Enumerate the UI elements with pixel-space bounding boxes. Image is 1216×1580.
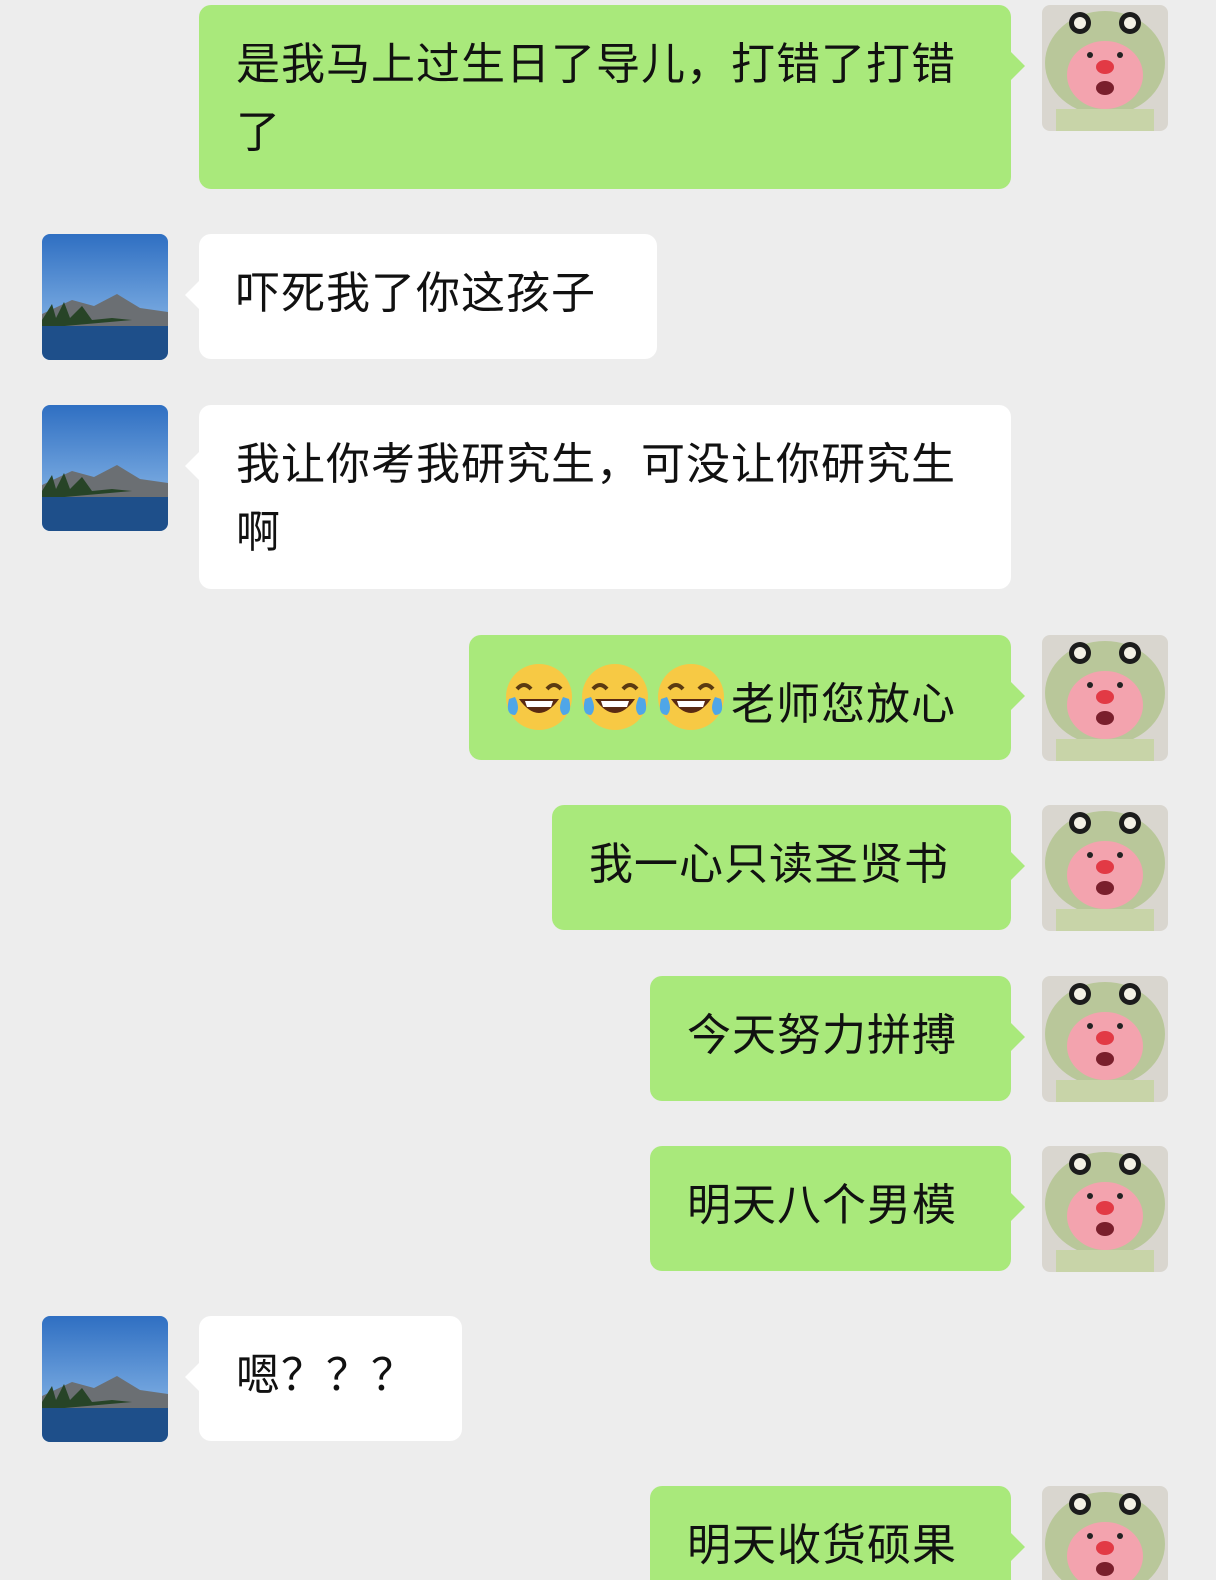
landscape-icon [42, 234, 168, 360]
message-bubble-sent[interactable]: 老师您放心 [469, 635, 1025, 760]
landscape-icon [42, 1316, 168, 1442]
face-with-tears-of-joy-icon [658, 664, 724, 730]
plush-doll-icon [1042, 635, 1168, 761]
message-bubble-received[interactable]: 我让你考我研究生，可没让你研究生啊 [185, 405, 1011, 589]
message-bubble-sent[interactable]: 我一心只读圣贤书 [552, 805, 1025, 930]
plush-doll-icon [1042, 5, 1168, 131]
message-bubble-received[interactable]: 吓死我了你这孩子 [185, 234, 657, 359]
plush-doll-icon [1042, 1486, 1168, 1580]
self-avatar[interactable] [1042, 5, 1168, 131]
message-text: 老师您放心 [731, 679, 956, 730]
message-bubble-sent[interactable]: 明天收货硕果 [650, 1486, 1025, 1580]
plush-doll-icon [1042, 805, 1168, 931]
message-bubble-sent[interactable]: 明天八个男模 [650, 1146, 1025, 1271]
face-with-tears-of-joy-icon [506, 664, 572, 730]
self-avatar[interactable] [1042, 976, 1168, 1102]
self-avatar[interactable] [1042, 805, 1168, 931]
message-bubble-sent[interactable]: 是我马上过生日了导儿，打错了打错了 [199, 5, 1025, 189]
contact-avatar[interactable] [42, 405, 168, 531]
plush-doll-icon [1042, 1146, 1168, 1272]
message-bubble-sent[interactable]: 今天努力拼搏 [650, 976, 1025, 1101]
landscape-icon [42, 405, 168, 531]
self-avatar[interactable] [1042, 1146, 1168, 1272]
face-with-tears-of-joy-icon [582, 664, 648, 730]
contact-avatar[interactable] [42, 1316, 168, 1442]
message-bubble-received[interactable]: 嗯？？？ [185, 1316, 462, 1441]
self-avatar[interactable] [1042, 635, 1168, 761]
emoji-group [503, 661, 731, 733]
plush-doll-icon [1042, 976, 1168, 1102]
self-avatar[interactable] [1042, 1486, 1168, 1580]
contact-avatar[interactable] [42, 234, 168, 360]
